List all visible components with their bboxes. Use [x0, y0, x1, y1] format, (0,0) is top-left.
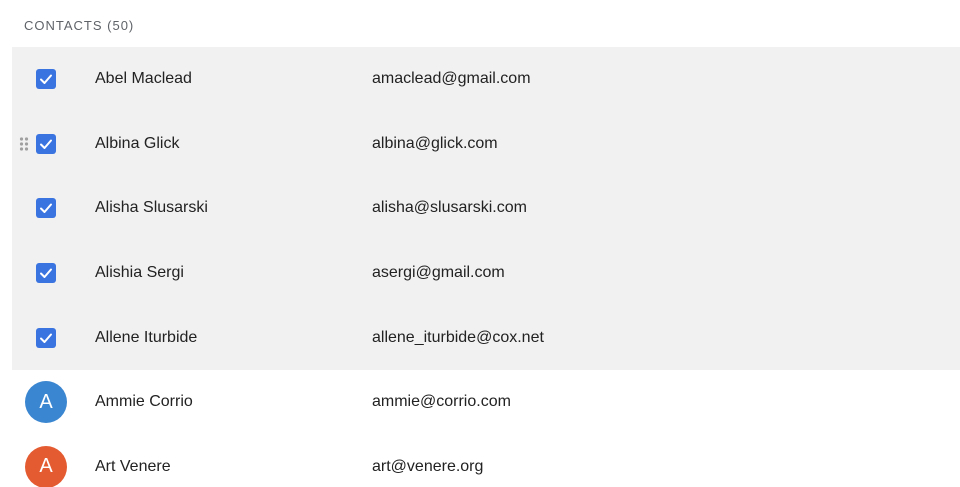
contacts-header: CONTACTS (50)	[24, 18, 135, 33]
row-checkbox[interactable]	[36, 327, 56, 348]
contact-name: Art Venere	[95, 457, 171, 475]
avatar[interactable]: A	[25, 445, 67, 487]
contact-name: Albina Glick	[95, 134, 180, 152]
contact-name: Alishia Sergi	[95, 264, 184, 282]
contact-name: Abel Maclead	[95, 70, 192, 88]
contact-row[interactable]: Abel Maclead amaclead@gmail.com	[12, 47, 960, 112]
row-checkbox[interactable]	[36, 133, 56, 154]
contact-name: Alisha Slusarski	[95, 199, 208, 217]
contact-email: asergi@gmail.com	[372, 264, 505, 282]
check-icon	[40, 333, 52, 343]
contact-row[interactable]: Alisha Slusarski alisha@slusarski.com	[12, 176, 960, 241]
row-lead	[24, 316, 68, 360]
contact-row[interactable]: Albina Glick albina@glick.com	[12, 111, 960, 177]
contact-email: alisha@slusarski.com	[372, 199, 527, 217]
row-lead: A	[24, 380, 68, 424]
row-checkbox[interactable]	[36, 69, 56, 90]
contact-row[interactable]: Alishia Sergi asergi@gmail.com	[12, 240, 960, 306]
row-lead	[24, 122, 68, 166]
contact-name: Allene Iturbide	[95, 328, 198, 346]
check-icon	[40, 139, 52, 149]
contact-email: allene_iturbide@cox.net	[372, 328, 544, 346]
row-checkbox[interactable]	[36, 263, 56, 284]
check-icon	[40, 203, 52, 214]
row-checkbox[interactable]	[36, 198, 56, 219]
contacts-panel: CONTACTS (50) Abel Maclead amaclead@gmai…	[0, 0, 960, 487]
contact-email: amaclead@gmail.com	[372, 70, 531, 88]
avatar[interactable]: A	[25, 381, 67, 424]
contact-email: albina@glick.com	[372, 134, 498, 152]
contact-email: art@venere.org	[372, 457, 484, 475]
contact-row[interactable]: A Ammie Corrio ammie@corrio.com	[12, 370, 960, 435]
contact-name: Ammie Corrio	[95, 393, 193, 411]
check-icon	[40, 74, 52, 85]
contact-row[interactable]: Allene Iturbide allene_iturbide@cox.net	[12, 305, 960, 370]
contacts-list: Abel Maclead amaclead@gmail.com Albina G…	[12, 47, 960, 487]
check-icon	[40, 268, 52, 279]
row-lead	[24, 57, 68, 101]
contact-email: ammie@corrio.com	[372, 393, 511, 411]
row-lead	[24, 186, 68, 230]
row-lead	[24, 251, 68, 295]
row-lead: A	[24, 445, 68, 487]
contact-row[interactable]: A Art Venere art@venere.org	[12, 435, 960, 487]
